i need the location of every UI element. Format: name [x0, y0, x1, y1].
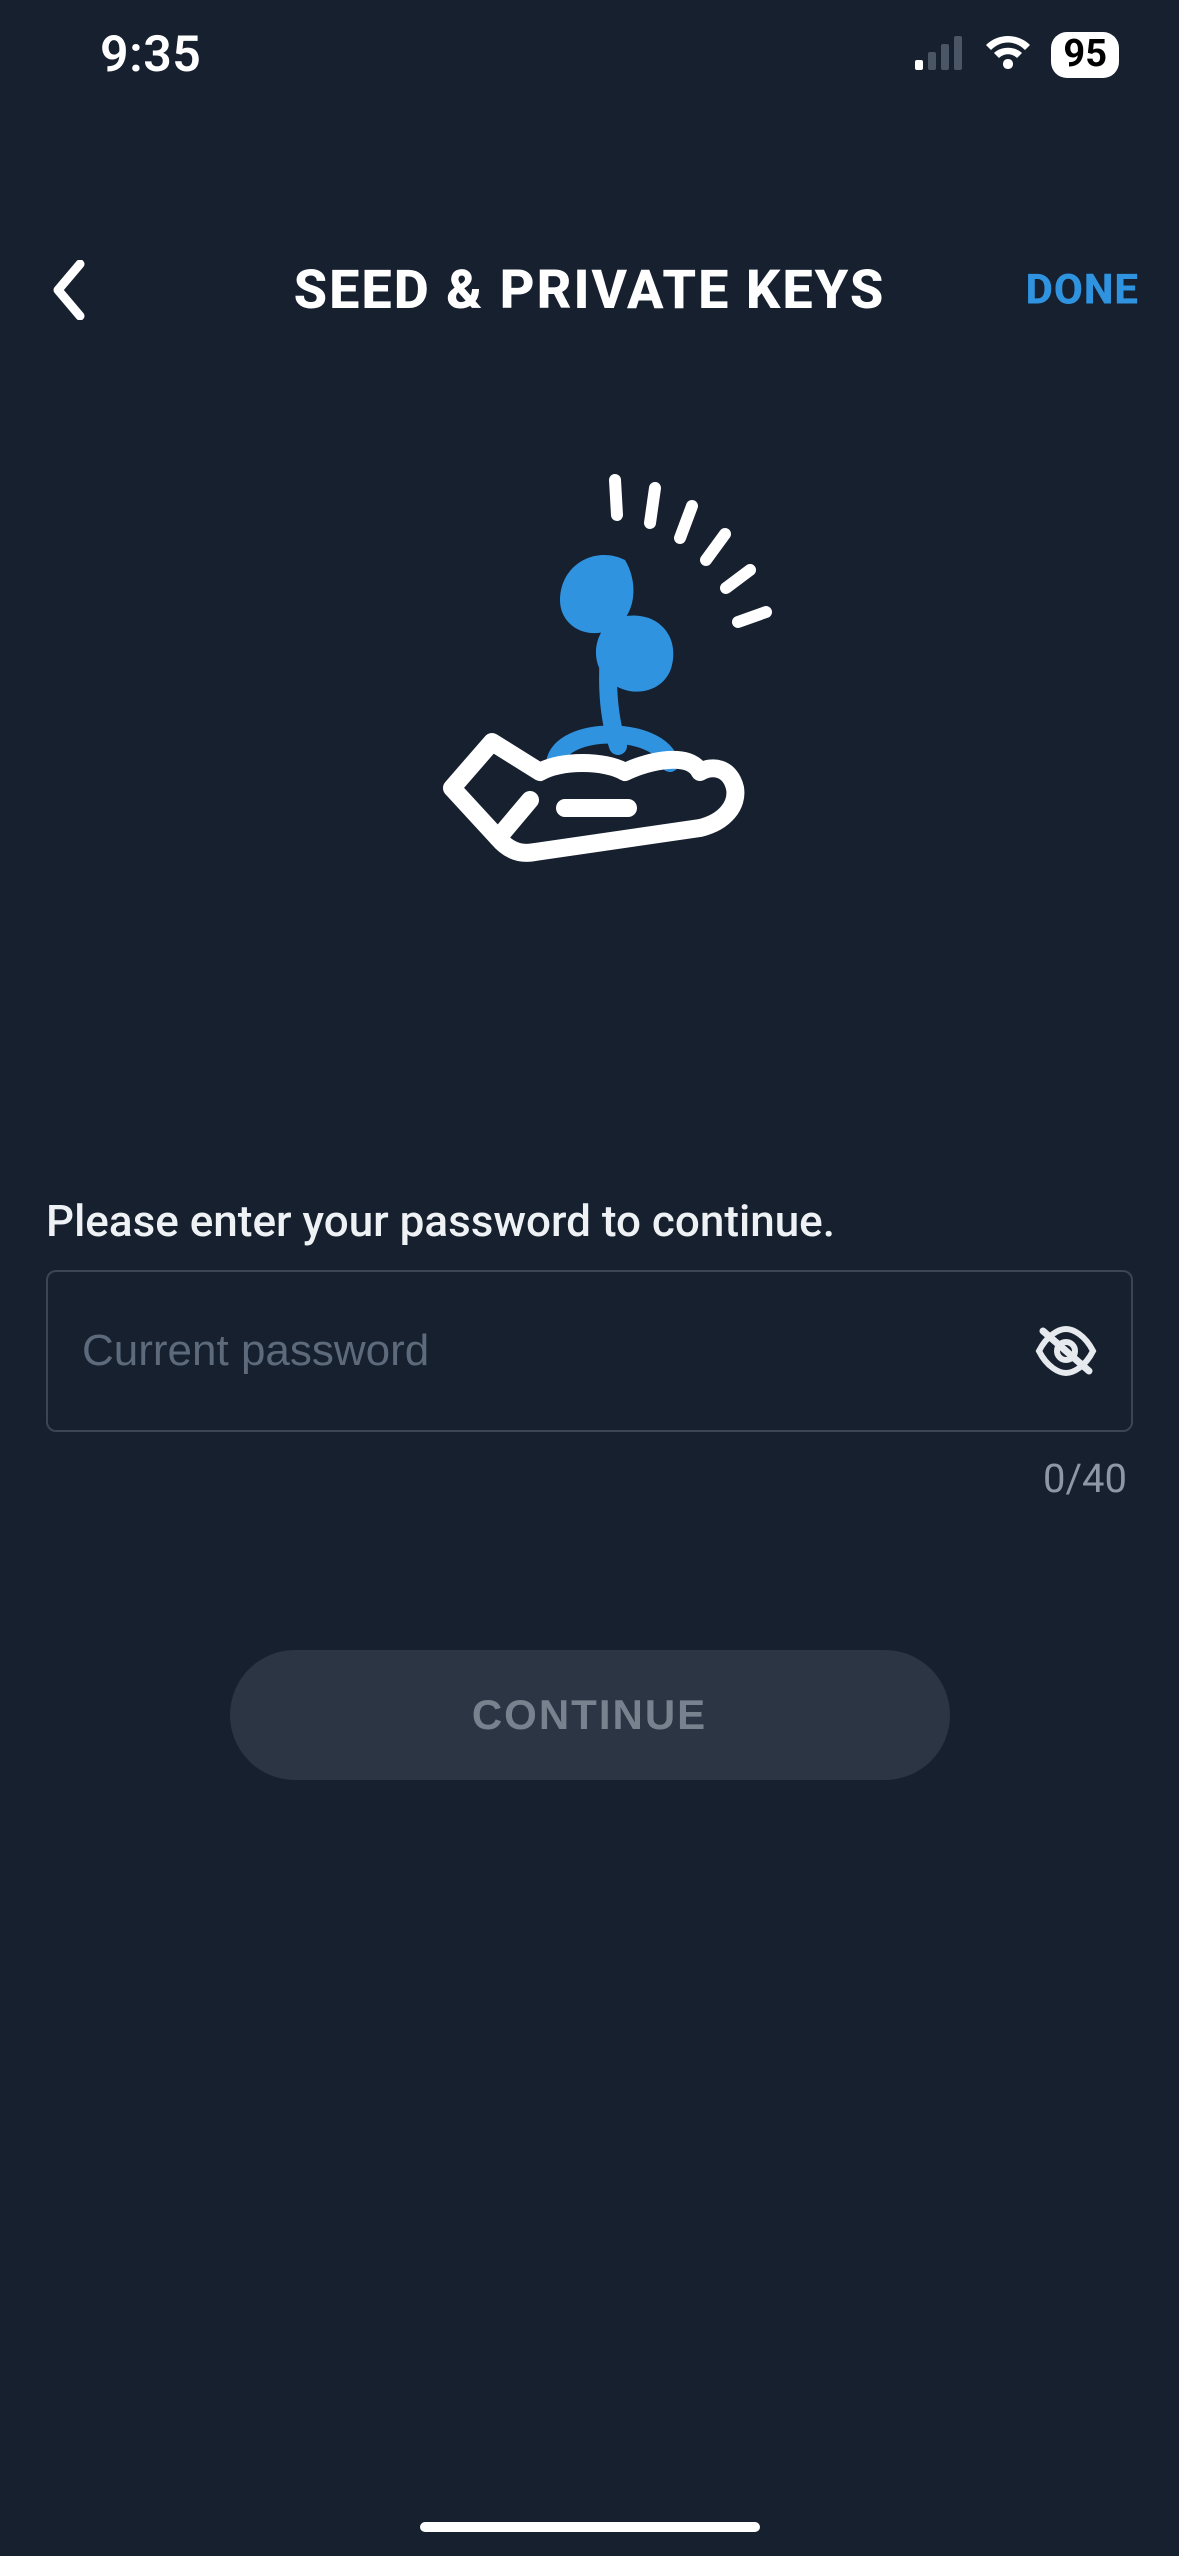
- nav-bar: SEED & PRIVATE KEYS DONE: [0, 230, 1179, 350]
- cellular-signal-icon: [915, 36, 965, 74]
- password-prompt: Please enter your password to continue.: [46, 1195, 835, 1247]
- password-input[interactable]: [82, 1326, 1031, 1376]
- status-right-cluster: 95: [915, 32, 1119, 78]
- chevron-left-icon: [50, 260, 86, 320]
- password-field-container: [46, 1270, 1133, 1432]
- home-indicator: [420, 2522, 760, 2532]
- status-time: 9:35: [100, 26, 201, 84]
- wifi-icon: [983, 35, 1033, 75]
- status-bar: 9:35 95: [0, 0, 1179, 110]
- illustration: [0, 470, 1179, 910]
- battery-percent: 95: [1063, 35, 1107, 73]
- eye-off-icon: [1035, 1325, 1097, 1377]
- continue-button[interactable]: CONTINUE: [230, 1650, 950, 1780]
- battery-indicator: 95: [1051, 32, 1119, 78]
- toggle-password-visibility-button[interactable]: [1031, 1316, 1101, 1386]
- page-title: SEED & PRIVATE KEYS: [294, 259, 886, 322]
- back-button[interactable]: [38, 250, 98, 330]
- hand-seedling-icon: [380, 470, 800, 910]
- done-button[interactable]: DONE: [1026, 266, 1139, 315]
- char-counter: 0/40: [1043, 1455, 1127, 1502]
